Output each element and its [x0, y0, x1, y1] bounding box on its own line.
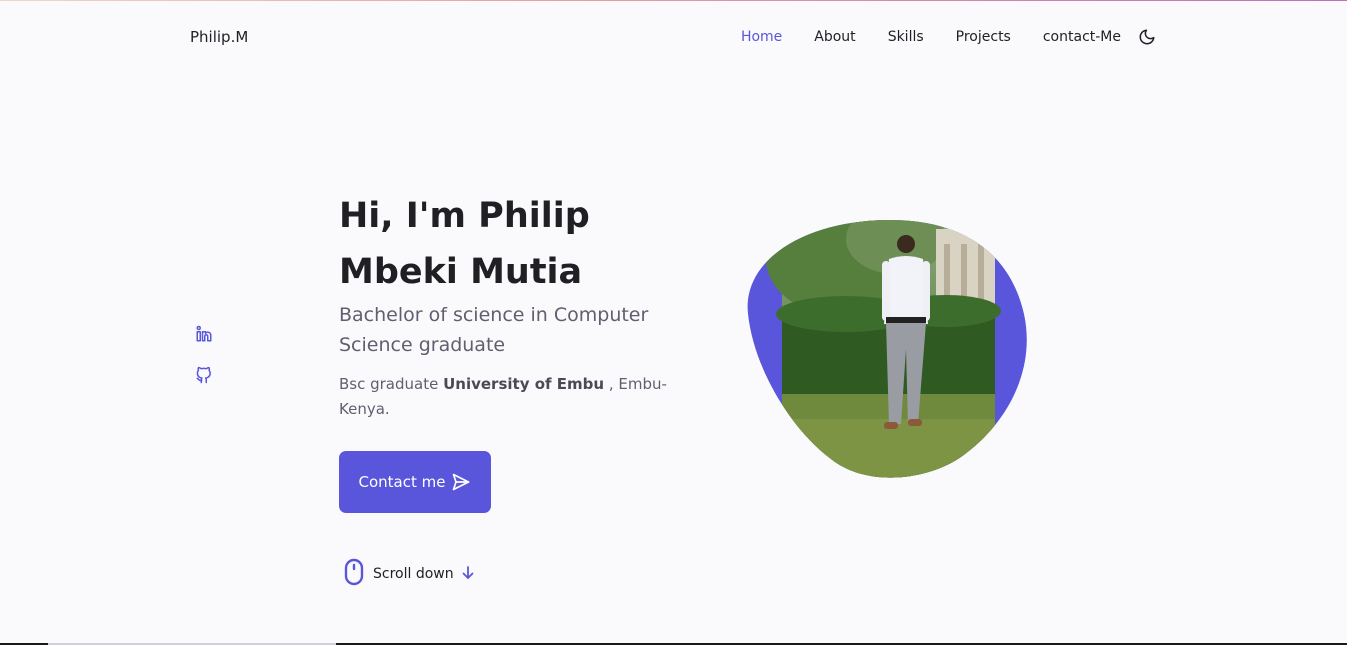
main-nav: Home About Skills Projects contact-Me	[741, 27, 1157, 47]
nav-contact[interactable]: contact-Me	[1043, 29, 1121, 45]
github-icon[interactable]	[195, 366, 213, 384]
site-header: Philip.M Home About Skills Projects cont…	[0, 0, 1347, 74]
hero-description: Bsc graduate University of Embu , Embu-K…	[339, 372, 679, 422]
scroll-down-label: Scroll down	[373, 566, 454, 582]
moon-icon[interactable]	[1137, 27, 1157, 47]
social-links	[195, 325, 213, 407]
arrow-down-icon	[462, 565, 474, 584]
contact-button-label: Contact me	[358, 473, 446, 491]
nav-skills[interactable]: Skills	[888, 29, 924, 45]
hero-title-line2: Mbeki Mutia	[339, 252, 583, 292]
hero-subtitle: Bachelor of science in Computer Science …	[339, 304, 649, 356]
nav-home[interactable]: Home	[741, 29, 782, 45]
nav-about[interactable]: About	[814, 29, 855, 45]
hero-title-line1: Hi, I'm Philip	[339, 196, 590, 236]
desc-prefix: Bsc graduate	[339, 375, 444, 393]
hero-title: Hi, I'm Philip Mbeki Mutia	[339, 188, 699, 300]
linkedin-icon[interactable]	[195, 325, 213, 343]
contact-me-button[interactable]: Contact me	[339, 451, 491, 513]
send-icon	[451, 472, 471, 492]
desc-university: University of Embu	[443, 375, 605, 393]
scroll-down-link[interactable]: Scroll down	[343, 558, 474, 590]
hero-intro: Hi, I'm Philip Mbeki Mutia Bachelor of s…	[339, 188, 699, 422]
site-logo[interactable]: Philip.M	[190, 28, 248, 46]
profile-photo-blob	[746, 219, 1028, 482]
mouse-icon	[343, 558, 365, 590]
nav-projects[interactable]: Projects	[956, 29, 1011, 45]
